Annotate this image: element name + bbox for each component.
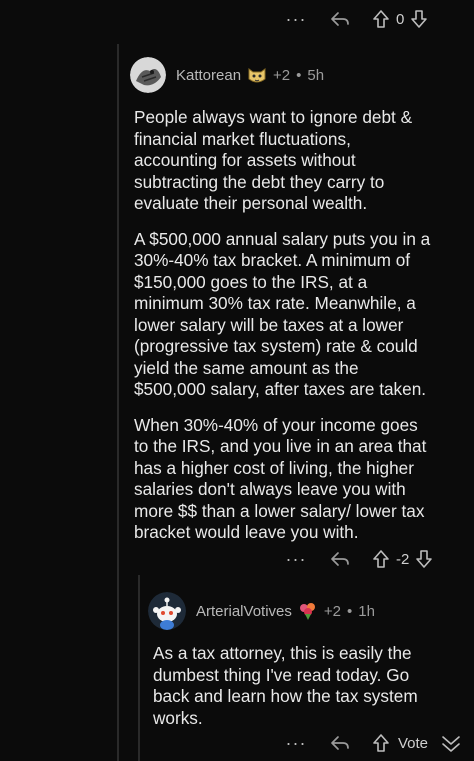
downvote-arrow-icon <box>416 550 433 568</box>
comment-paragraph: As a tax attorney, this is easily the du… <box>153 643 418 728</box>
username[interactable]: Kattorean <box>176 67 241 84</box>
reply-button[interactable] <box>320 551 360 567</box>
reply-arrow-icon <box>331 552 349 566</box>
more-options-button[interactable]: ··· <box>284 10 308 28</box>
downvote-arrow-icon <box>411 10 428 28</box>
comment-age: 5h <box>307 66 325 84</box>
vote-score: -2 <box>396 550 410 568</box>
thread-line-level1 <box>117 44 119 761</box>
downvote-button[interactable] <box>408 9 430 29</box>
reply-arrow-icon <box>331 12 349 26</box>
reply-button[interactable] <box>320 11 360 27</box>
comment-paragraph: When 30%-40% of your income goes to the … <box>134 414 427 543</box>
reply-arrow-icon <box>331 736 349 750</box>
reply-action-row: ··· Vote <box>284 730 464 756</box>
comment-body: People always want to ignore debt & fina… <box>134 107 464 558</box>
cat-face-icon <box>247 66 267 84</box>
upvote-arrow-icon <box>373 734 389 752</box>
vote-score: 0 <box>396 10 405 28</box>
reply-header: ArterialVotives +2 • 1h <box>148 592 375 630</box>
separator-dot: • <box>296 66 302 84</box>
downvote-button[interactable] <box>413 549 435 569</box>
comment-paragraph: A $500,000 annual salary puts you in a 3… <box>134 228 431 400</box>
flower-bouquet-icon <box>298 601 318 621</box>
collapse-thread-button[interactable] <box>438 731 464 755</box>
karma-change: +2 <box>273 66 291 84</box>
user-avatar[interactable] <box>148 592 186 630</box>
reply-button[interactable] <box>320 735 360 751</box>
top-action-row: ··· 0 <box>284 6 430 32</box>
more-options-button[interactable]: ··· <box>284 550 308 568</box>
upvote-button[interactable] <box>370 9 392 29</box>
comment-age: 1h <box>358 602 375 620</box>
upvote-button[interactable] <box>370 549 392 569</box>
more-options-button[interactable]: ··· <box>284 734 308 752</box>
avatar-image-icon <box>130 57 166 93</box>
separator-dot: • <box>346 602 353 620</box>
upvote-button[interactable] <box>370 733 392 753</box>
karma-change: +2 <box>323 602 341 620</box>
user-avatar[interactable] <box>130 57 166 93</box>
double-chevron-down-icon <box>442 736 460 752</box>
thread-line-level2 <box>138 575 140 761</box>
comment-header: Kattorean +2 • 5h <box>130 56 324 94</box>
vote-label: Vote <box>398 734 429 752</box>
upvote-arrow-icon <box>373 550 389 568</box>
username[interactable]: ArterialVotives <box>196 603 292 620</box>
snoo-avatar-icon <box>148 592 186 630</box>
upvote-arrow-icon <box>373 10 389 28</box>
comment-action-row: ··· -2 <box>284 546 435 572</box>
reply-body: As a tax attorney, this is easily the du… <box>153 643 463 743</box>
comment-paragraph: People always want to ignore debt & fina… <box>134 107 413 213</box>
